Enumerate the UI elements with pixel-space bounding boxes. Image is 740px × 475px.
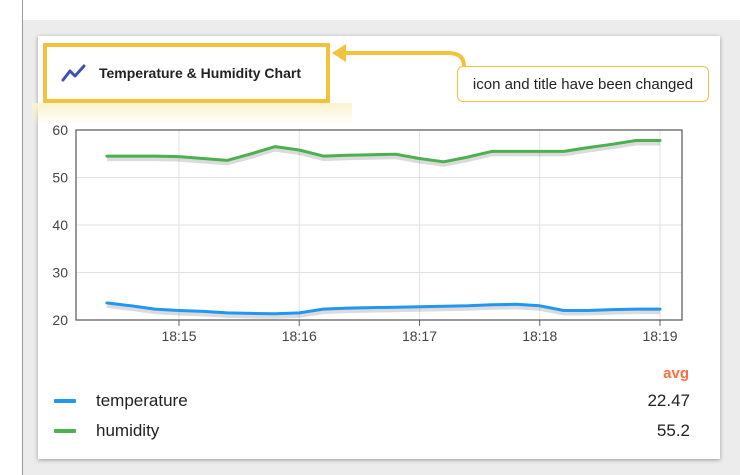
legend-item-humidity[interactable]: humidity 55.2 [54,419,690,443]
y-tick-label: 20 [52,312,68,328]
legend-label: humidity [96,421,160,440]
x-tick-label: 18:19 [642,328,677,344]
legend-avg-value: 55.2 [656,421,690,440]
x-tick-label: 18:17 [402,328,437,344]
legend-label: temperature [96,391,188,410]
legend-avg-header: avg [663,365,689,382]
y-tick-label: 30 [52,265,68,281]
y-tick-label: 40 [52,217,68,233]
x-tick-label: 18:16 [282,328,317,344]
legend-avg-value: 22.47 [647,391,690,410]
x-tick-label: 18:15 [161,328,196,344]
legend-item-temperature[interactable]: temperature 22.47 [54,389,690,413]
legend-swatch-humidity [54,429,76,433]
y-tick-label: 60 [52,122,68,138]
line-chart: 20 30 40 50 60 18:15 18:16 18:17 18:18 18:19 [52,122,683,344]
legend-swatch-temperature [54,399,76,403]
x-tick-label: 18:18 [522,328,557,344]
y-tick-label: 50 [52,170,68,186]
